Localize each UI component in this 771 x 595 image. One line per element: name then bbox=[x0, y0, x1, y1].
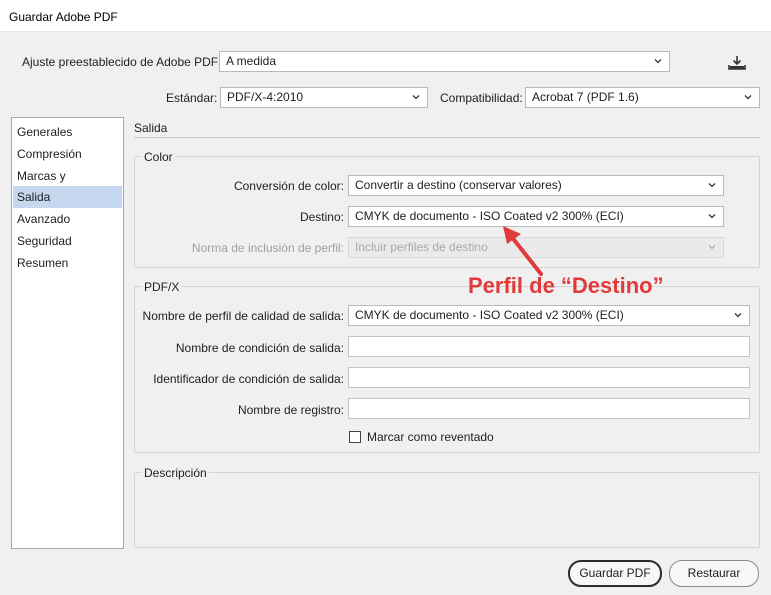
annotation-text: Perfil de “Destino” bbox=[468, 273, 664, 298]
chevron-down-icon bbox=[708, 214, 716, 219]
conversion-value: Convertir a destino (conservar valores) bbox=[355, 178, 562, 192]
section-divider bbox=[134, 137, 760, 138]
sidebar-item-seguridad[interactable]: Seguridad bbox=[13, 230, 122, 252]
condition-name-label: Nombre de condición de salida: bbox=[175, 341, 344, 355]
preset-value: A medida bbox=[226, 54, 277, 68]
standard-value: PDF/X-4:2010 bbox=[227, 90, 304, 104]
save-preset-icon[interactable] bbox=[728, 55, 746, 71]
pdfx-group-title: PDF/X bbox=[142, 280, 182, 294]
color-group-title: Color bbox=[142, 150, 175, 164]
standard-select[interactable]: PDF/X-4:2010 bbox=[220, 87, 428, 108]
standard-label: Estándar: bbox=[166, 91, 218, 105]
chevron-down-icon bbox=[654, 59, 662, 64]
reset-button[interactable]: Restaurar bbox=[669, 560, 759, 587]
trapped-label: Marcar como reventado bbox=[367, 430, 494, 444]
destino-label: Destino: bbox=[299, 210, 344, 224]
sidebar-item-salida[interactable]: Salida bbox=[13, 186, 122, 208]
chevron-down-icon bbox=[412, 95, 420, 100]
sidebar-item-resumen[interactable]: Resumen bbox=[13, 252, 122, 274]
preset-label: Ajuste preestablecido de Adobe PDF: bbox=[22, 55, 222, 69]
sidebar: Generales Compresión Marcas y sangrados … bbox=[11, 117, 124, 549]
description-group-title: Descripción bbox=[142, 466, 209, 480]
section-title: Salida bbox=[134, 121, 168, 135]
preset-select[interactable]: A medida bbox=[219, 51, 670, 72]
condition-id-label: Identificador de condición de salida: bbox=[153, 372, 344, 386]
inclusion-value: Incluir perfiles de destino bbox=[355, 240, 488, 254]
profile-name-label: Nombre de perfil de calidad de salida: bbox=[142, 309, 344, 323]
save-pdf-button[interactable]: Guardar PDF bbox=[568, 560, 662, 587]
chevron-down-icon bbox=[744, 95, 752, 100]
sidebar-item-avanzado[interactable]: Avanzado bbox=[13, 208, 122, 230]
compat-value: Acrobat 7 (PDF 1.6) bbox=[532, 90, 639, 104]
registry-input[interactable] bbox=[348, 398, 750, 419]
trapped-checkbox[interactable] bbox=[349, 431, 361, 443]
chevron-down-icon bbox=[708, 245, 716, 250]
conversion-label: Conversión de color: bbox=[233, 179, 344, 193]
title-bar: Guardar Adobe PDF bbox=[0, 0, 771, 32]
annotation-arrow-icon bbox=[503, 226, 543, 276]
window-title: Guardar Adobe PDF bbox=[9, 10, 118, 24]
description-group bbox=[134, 472, 760, 548]
sidebar-item-generales[interactable]: Generales bbox=[13, 121, 122, 143]
chevron-down-icon bbox=[708, 183, 716, 188]
condition-name-input[interactable] bbox=[348, 336, 750, 357]
destino-value: CMYK de documento - ISO Coated v2 300% (… bbox=[355, 209, 624, 223]
sidebar-item-marcas[interactable]: Marcas y sangrados bbox=[13, 165, 122, 205]
profile-name-select[interactable]: CMYK de documento - ISO Coated v2 300% (… bbox=[348, 305, 750, 326]
registry-label: Nombre de registro: bbox=[237, 403, 344, 417]
profile-name-value: CMYK de documento - ISO Coated v2 300% (… bbox=[355, 308, 624, 322]
chevron-down-icon bbox=[734, 313, 742, 318]
conversion-select[interactable]: Convertir a destino (conservar valores) bbox=[348, 175, 724, 196]
condition-id-input[interactable] bbox=[348, 367, 750, 388]
compat-label: Compatibilidad: bbox=[440, 91, 523, 105]
sidebar-item-compresion[interactable]: Compresión bbox=[13, 143, 122, 165]
compat-select[interactable]: Acrobat 7 (PDF 1.6) bbox=[525, 87, 760, 108]
inclusion-label: Norma de inclusión de perfil: bbox=[191, 241, 344, 255]
